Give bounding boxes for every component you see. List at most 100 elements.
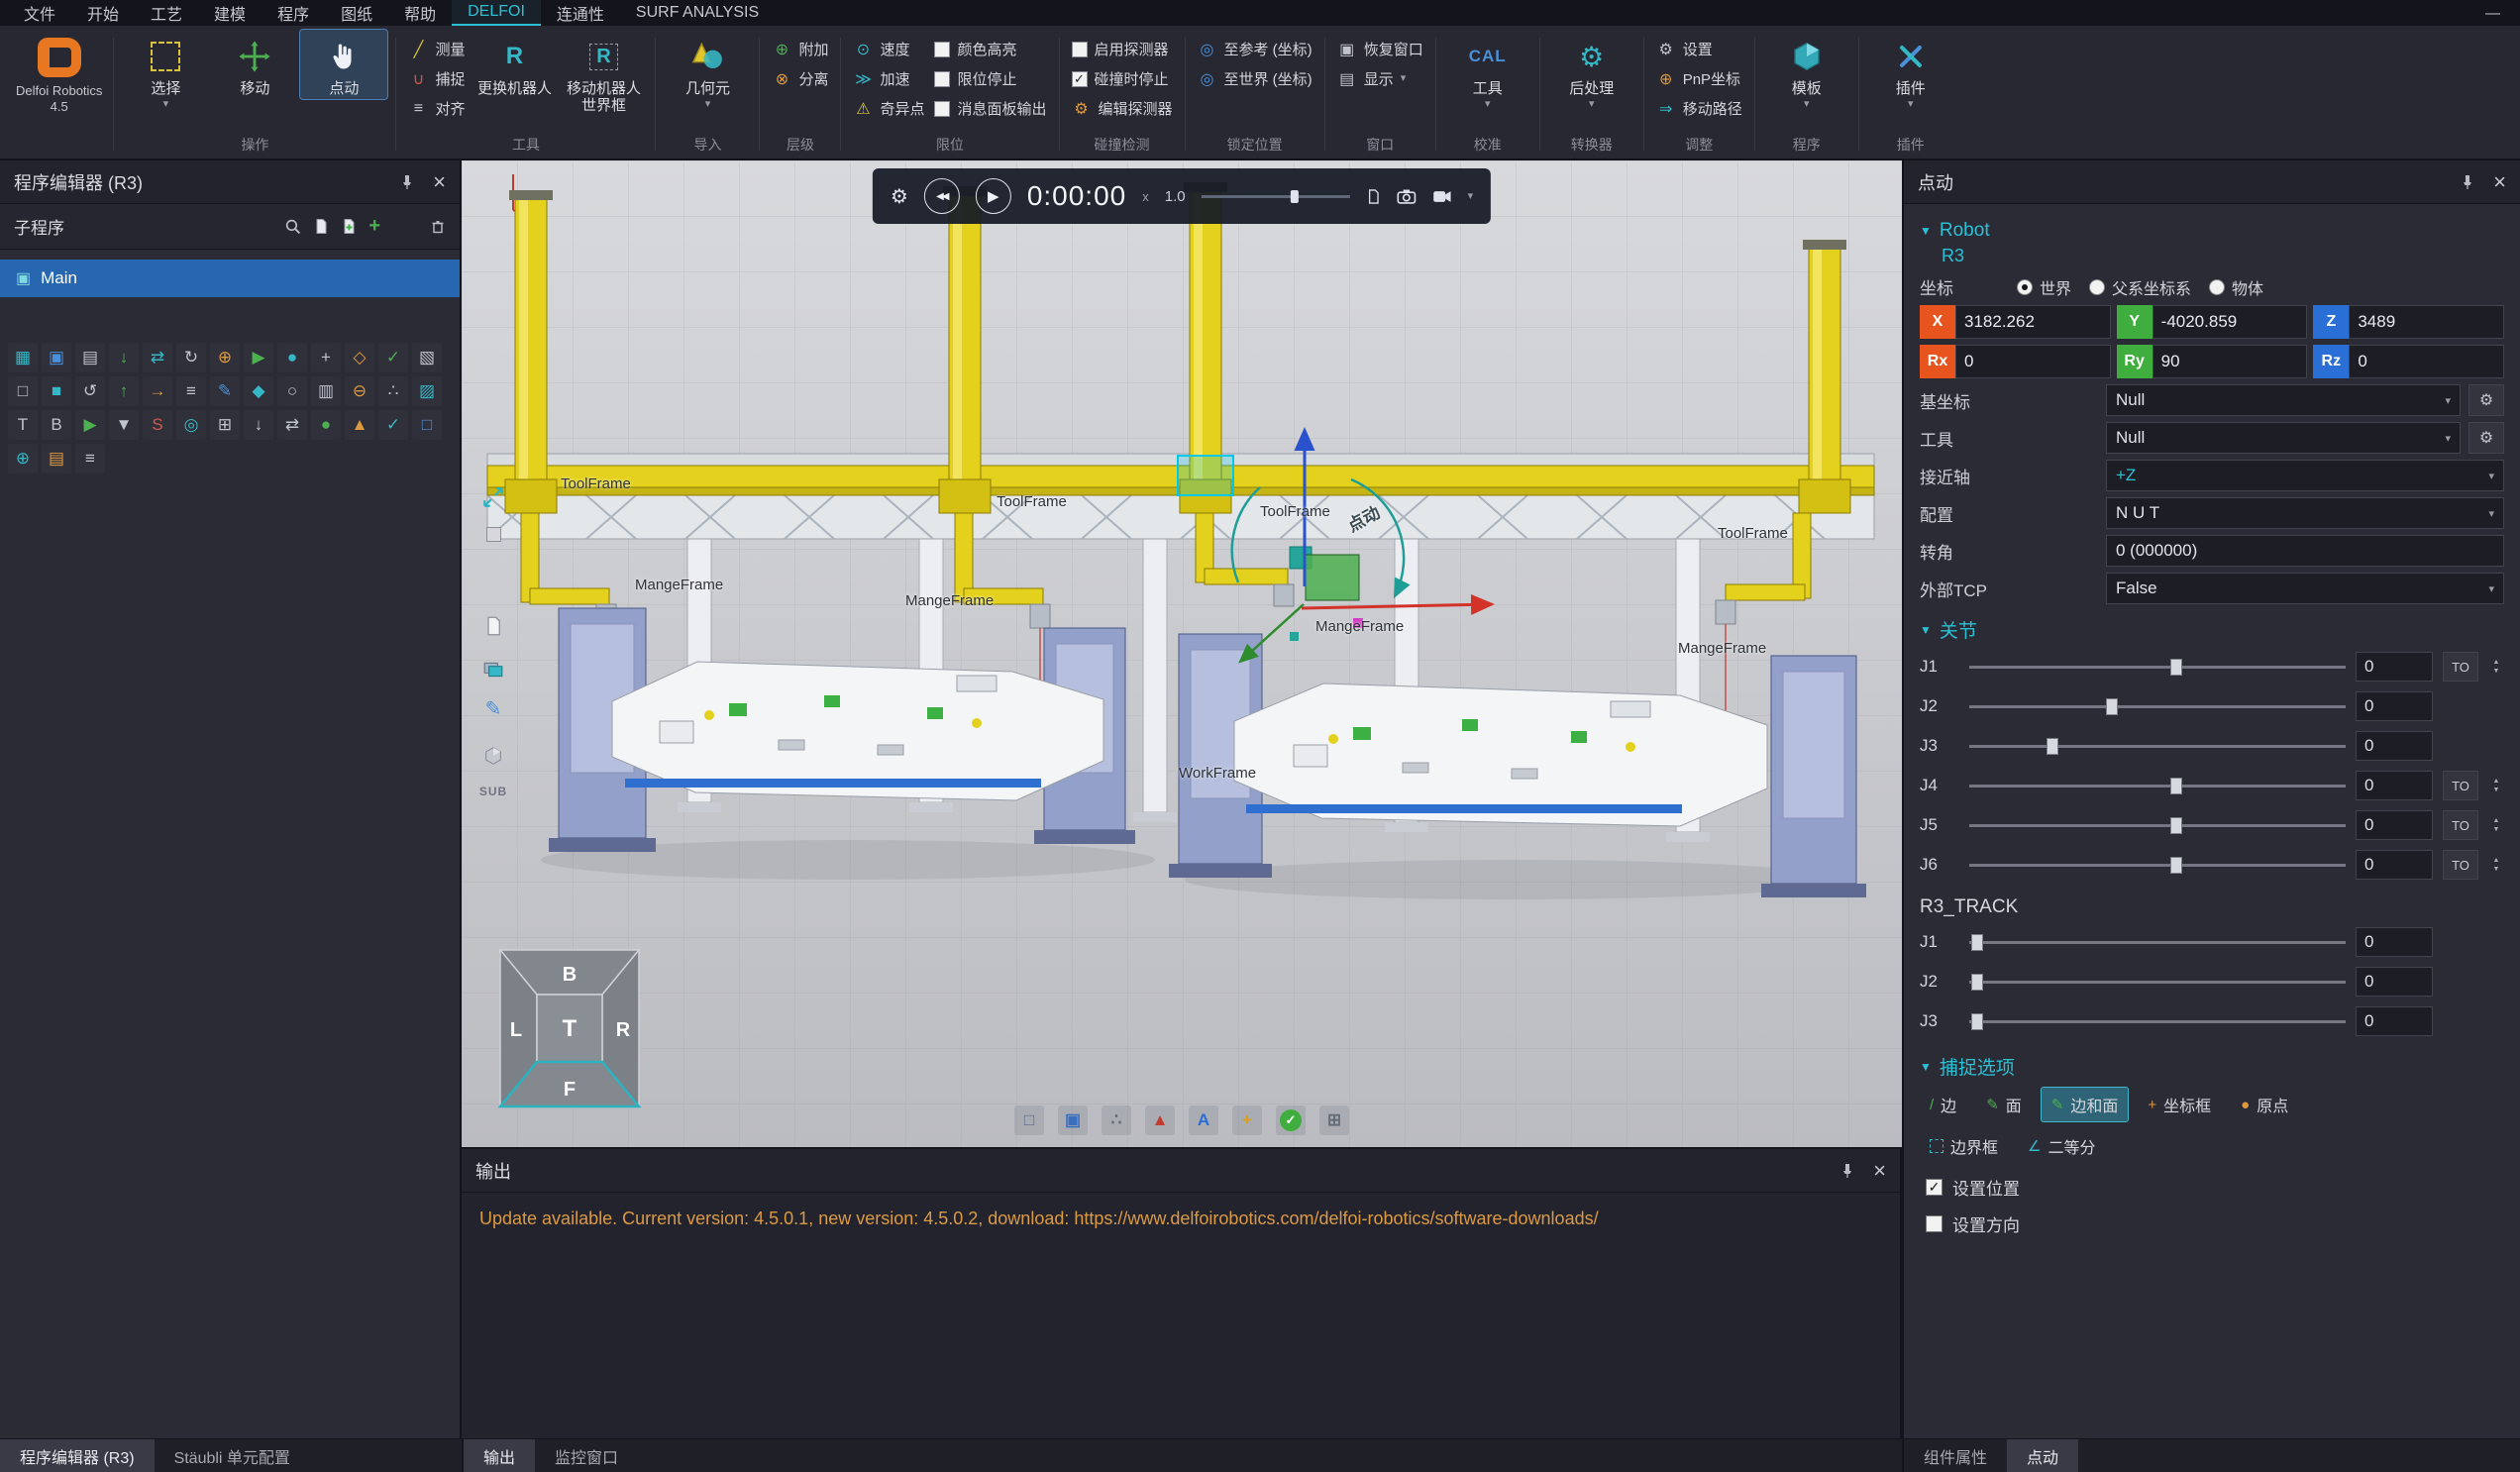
to-button[interactable]: TO (2443, 810, 2478, 840)
joint-j3-input[interactable]: 0 (2356, 731, 2433, 761)
snap-options-section-header[interactable]: ▼ 捕捉选项 (1920, 1053, 2504, 1080)
slider-handle[interactable] (1971, 934, 1983, 951)
enable-detector-checkbox[interactable]: 启用探测器 (1068, 38, 1177, 60)
slider-handle[interactable] (2047, 738, 2058, 755)
track-j2-slider[interactable] (1969, 973, 2346, 992)
base-frame-gear-button[interactable]: ⚙ (2468, 384, 2504, 416)
window-select-icon[interactable]: □ (1014, 1105, 1044, 1135)
instruction-icon[interactable]: ◆ (244, 376, 273, 406)
instruction-icon[interactable]: ✓ (378, 410, 408, 440)
instruction-icon[interactable]: ⊕ (8, 444, 38, 473)
instruction-icon[interactable]: ⇄ (277, 410, 307, 440)
track-section-header[interactable]: R3_TRACK (1920, 896, 2504, 918)
simulation-ok-icon[interactable]: ✓ (1276, 1105, 1306, 1135)
tab-output[interactable]: 输出 (464, 1439, 535, 1472)
swap-robot-button[interactable]: R 更换机器人 (471, 30, 558, 99)
move-robot-world-frame-button[interactable]: R 移动机器人世界框 (560, 30, 647, 117)
z-input[interactable]: 3489 (2349, 305, 2504, 339)
menu-process[interactable]: 工艺 (135, 0, 198, 26)
component-cube-icon[interactable] (482, 745, 504, 767)
menu-help[interactable]: 帮助 (388, 0, 452, 26)
calibration-tools-button[interactable]: CAL 工具 ▾ (1444, 30, 1531, 112)
track-j1-slider[interactable] (1969, 933, 2346, 952)
joint-j4-input[interactable]: 0 (2356, 771, 2433, 800)
tab-component-properties[interactable]: 组件属性 (1904, 1439, 2007, 1472)
speed-slider[interactable] (1202, 188, 1350, 204)
slider-handle[interactable] (2170, 817, 2182, 834)
instruction-icon[interactable]: ↻ (176, 343, 206, 372)
instruction-icon[interactable]: ▨ (412, 376, 442, 406)
to-button[interactable]: TO (2443, 771, 2478, 800)
slider-handle[interactable] (2170, 857, 2182, 874)
menu-home[interactable]: 开始 (71, 0, 135, 26)
settings-button[interactable]: ⚙ 设置 (1652, 38, 1746, 60)
instruction-icon[interactable]: ■ (42, 376, 71, 406)
instruction-icon[interactable]: ▧ (412, 343, 442, 372)
lock-to-reference-button[interactable]: ◎ 至参考 (坐标) (1194, 38, 1316, 60)
close-icon[interactable]: × (433, 171, 446, 193)
track-j3-slider[interactable] (1969, 1012, 2346, 1031)
snap-bisect-button[interactable]: ∠二等分 (2018, 1129, 2105, 1163)
instruction-icon[interactable]: ✎ (210, 376, 240, 406)
rewind-button[interactable]: ◀◀ (924, 178, 960, 214)
attach-button[interactable]: ⊕ 附加 (768, 38, 832, 60)
slider-handle[interactable] (2106, 698, 2118, 715)
snap-edge-button[interactable]: /边 (1920, 1088, 1966, 1121)
slider-handle[interactable] (2170, 778, 2182, 794)
instruction-icon[interactable]: □ (412, 410, 442, 440)
turn-input[interactable]: 0 (000000) (2106, 535, 2504, 567)
instruction-icon[interactable]: ≡ (176, 376, 206, 406)
frame-toggle-icon[interactable] (486, 527, 501, 542)
x-input[interactable]: 3182.262 (1955, 305, 2111, 339)
instruction-icon[interactable]: ▶ (244, 343, 273, 372)
close-icon[interactable]: × (1873, 1160, 1886, 1182)
joint-j6-input[interactable]: 0 (2356, 850, 2433, 880)
text-annotation-icon[interactable]: A (1189, 1105, 1218, 1135)
play-button[interactable]: ▶ (976, 178, 1011, 214)
stop-on-collision-checkbox[interactable]: 碰撞时停止 (1068, 67, 1177, 90)
instruction-icon[interactable]: ▤ (42, 444, 71, 473)
measure-button[interactable]: ╱ 测量 (404, 38, 469, 60)
robot-name[interactable]: R3 (1920, 246, 2504, 266)
align-button[interactable]: ≡ 对齐 (404, 97, 469, 120)
tab-program-editor[interactable]: 程序编辑器 (R3) (0, 1439, 155, 1472)
spinner[interactable]: ▲▼ (2488, 857, 2504, 873)
instruction-icon[interactable]: ⇄ (143, 343, 172, 372)
move-button[interactable]: 移动 (211, 30, 298, 99)
download-link[interactable]: https://www.delfoirobotics.com/delfoi-ro… (1074, 1209, 1598, 1228)
spinner[interactable]: ▲▼ (2488, 817, 2504, 833)
tool-frame-gear-button[interactable]: ⚙ (2468, 422, 2504, 454)
instruction-icon[interactable]: ∴ (378, 376, 408, 406)
snap-face-button[interactable]: ✎面 (1976, 1088, 2032, 1121)
joint-j4-slider[interactable] (1969, 777, 2346, 795)
video-record-icon[interactable] (1432, 190, 1452, 203)
color-highlight-checkbox[interactable]: 颜色高亮 (930, 38, 1050, 60)
postprocess-button[interactable]: ⚙ 后处理 ▾ (1548, 30, 1635, 112)
instruction-icon[interactable]: S (143, 410, 172, 440)
instruction-icon[interactable]: ▲ (345, 410, 374, 440)
snap-origin-button[interactable]: ●原点 (2231, 1088, 2298, 1121)
trash-icon[interactable] (430, 218, 446, 235)
menu-connectivity[interactable]: 连通性 (541, 0, 620, 26)
tool-frame-select[interactable]: Null▾ (2106, 422, 2461, 454)
configuration-select[interactable]: N U T▾ (2106, 497, 2504, 529)
edit-detector-button[interactable]: ⚙ 编辑探测器 (1068, 97, 1177, 120)
pnp-frame-button[interactable]: ⊕ PnP坐标 (1652, 67, 1746, 90)
joint-j5-input[interactable]: 0 (2356, 810, 2433, 840)
add-icon[interactable]: + (368, 215, 380, 238)
instruction-icon[interactable]: ⊕ (210, 343, 240, 372)
geometry-import-button[interactable]: 几何元 ▾ (664, 30, 751, 112)
viewport-3d[interactable]: ToolFrame ToolFrame ToolFrame ToolFrame … (462, 160, 1902, 1147)
search-icon[interactable] (284, 218, 301, 235)
speed-value[interactable]: 1.0 (1165, 188, 1186, 205)
tab-monitor-window[interactable]: 监控窗口 (535, 1439, 638, 1472)
to-button[interactable]: TO (2443, 652, 2478, 682)
speed-slider-handle[interactable] (1291, 190, 1299, 203)
pin-icon[interactable] (2460, 174, 2475, 190)
joint-j1-input[interactable]: 0 (2356, 652, 2433, 682)
pin-icon[interactable] (399, 174, 415, 190)
track-j1-input[interactable]: 0 (2356, 927, 2433, 957)
instruction-icon[interactable]: ◇ (345, 343, 374, 372)
grid-toggle-icon[interactable]: ⊞ (1319, 1105, 1349, 1135)
instruction-icon[interactable]: ▣ (42, 343, 71, 372)
